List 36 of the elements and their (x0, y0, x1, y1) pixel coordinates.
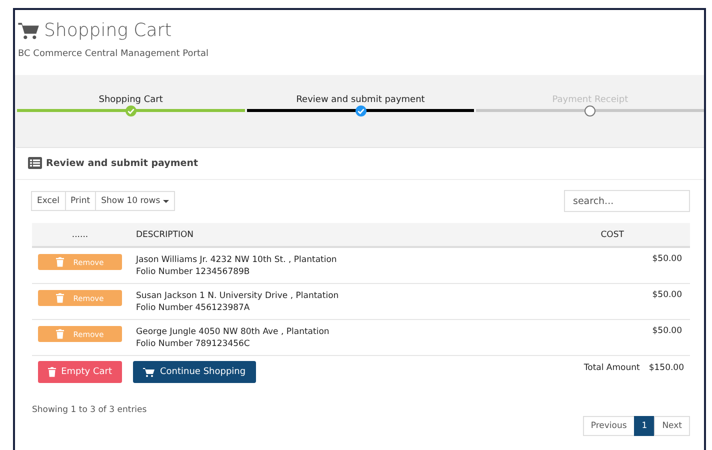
page-button[interactable]: 1 (634, 416, 656, 436)
cart-icon (143, 366, 155, 378)
search-field[interactable]: search... (564, 190, 690, 212)
trash-icon (48, 366, 56, 378)
trash-icon (56, 329, 64, 339)
column-header[interactable]: COST (592, 223, 690, 247)
column-header[interactable]: DESCRIPTION (128, 223, 593, 247)
toolbar-button[interactable]: Print (64, 191, 96, 211)
column-header[interactable]: ...... (32, 223, 128, 247)
step-label[interactable]: Review and submit payment (296, 95, 425, 105)
description-text: Susan Jackson 1 N. University Drive , Plantation (136, 290, 340, 302)
total-amount: $150.00 (648, 363, 684, 375)
step-label[interactable]: Shopping Cart (98, 95, 163, 105)
cost-text: $50.00 (652, 326, 682, 336)
trash-icon (56, 257, 64, 267)
entries-info: Showing 1 to 3 of 3 entries (32, 405, 148, 415)
list-icon (28, 157, 42, 169)
page-title: Shopping Cart (44, 20, 172, 41)
cost-text: $50.00 (652, 254, 682, 264)
next-button[interactable]: Next (654, 416, 690, 436)
description-text: George Jungle 4050 NW 80th Ave , Plantation (136, 326, 330, 338)
folio-text: Folio Number 789123456C (136, 338, 251, 350)
page-subtitle: BC Commerce Central Management Portal (18, 49, 210, 59)
total-label: Total Amount (584, 363, 640, 375)
panel-title: Review and submit payment (46, 158, 198, 168)
toolbar-button[interactable]: Excel (31, 191, 66, 211)
continue-shopping-button[interactable]: Continue Shopping (133, 361, 256, 383)
folio-text: Folio Number 123456789B (136, 266, 251, 278)
caret-icon (163, 200, 170, 202)
description-text: Jason Williams Jr. 4232 NW 10th St. , Plantation (136, 254, 338, 266)
cart-icon (18, 22, 40, 40)
folio-text: Folio Number 456123987A (136, 302, 251, 314)
previous-button[interactable]: Previous (582, 416, 635, 436)
trash-icon (56, 293, 64, 303)
toolbar-button[interactable]: Show 10 rows (95, 191, 176, 211)
cost-text: $50.00 (652, 290, 682, 300)
